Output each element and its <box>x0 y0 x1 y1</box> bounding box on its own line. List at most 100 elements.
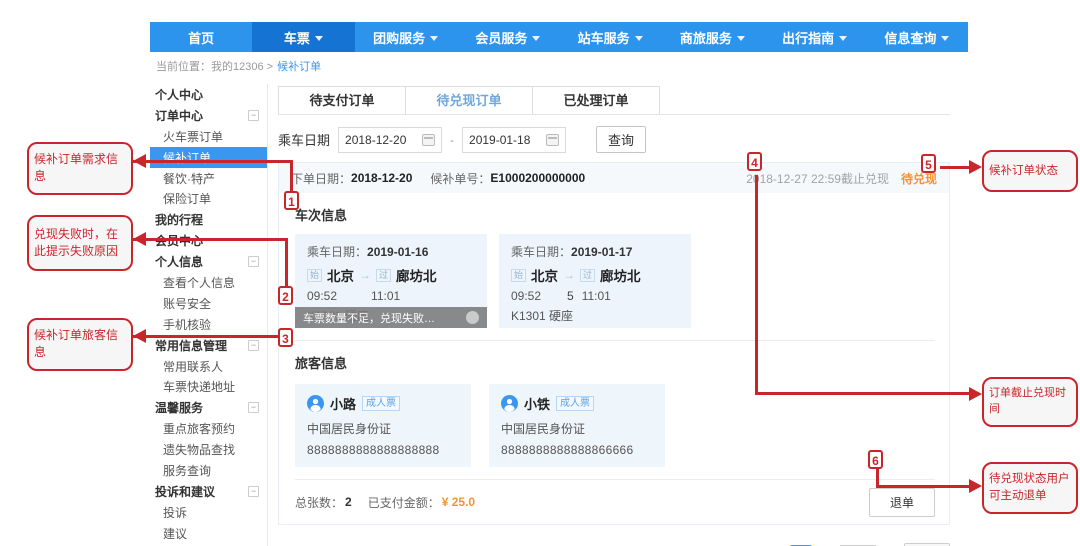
sidebar-section-complaints[interactable]: 投诉和建议 <box>150 481 267 502</box>
sidebar-item-key-passenger[interactable]: 重点旅客预约 <box>150 418 267 439</box>
sidebar-section-order-center[interactable]: 订单中心 <box>150 105 267 126</box>
top-navbar: 首页 车票 团购服务 会员服务 站车服务 商旅服务 出行指南 信息查询 <box>150 22 968 52</box>
annotation-arrow-icon <box>969 160 982 174</box>
ticket-type-badge: 成人票 <box>362 396 400 411</box>
failure-reason-tooltip: 车票数量不足，兑现失败… <box>295 307 487 328</box>
nav-item-group-service[interactable]: 团购服务 <box>355 22 457 52</box>
sidebar-item-service-query[interactable]: 服务查询 <box>150 460 267 481</box>
breadcrumb: 当前位置：我的12306 >候补订单 <box>156 58 321 74</box>
chevron-down-icon <box>635 36 643 41</box>
collapse-icon[interactable] <box>248 340 259 351</box>
nav-item-travel-guide[interactable]: 出行指南 <box>764 22 866 52</box>
sidebar-item-contacts[interactable]: 常用联系人 <box>150 356 267 377</box>
ride-date-label: 乘车日期： <box>511 245 571 259</box>
passenger-card: 小铁 成人票 中国居民身份证 8888888888888866666 <box>489 384 665 467</box>
calendar-icon[interactable] <box>422 134 435 146</box>
sidebar-item-view-personal-info[interactable]: 查看个人信息 <box>150 272 267 293</box>
passenger-card-list: 小路 成人票 中国居民身份证 8888888888888888888 小铁 成人… <box>295 384 935 467</box>
pass-badge: 过 <box>376 269 391 282</box>
train-card: 乘车日期：2019-01-16 始 北京 过 廊坊北 09:5211:01 K1… <box>295 234 487 328</box>
annotation-arrow-icon <box>969 479 982 493</box>
sidebar-section-my-trips[interactable]: 我的行程 <box>150 209 267 230</box>
chevron-down-icon <box>839 36 847 41</box>
train-section-title: 车次信息 <box>295 205 935 224</box>
date-filter-label: 乘车日期 <box>278 130 330 149</box>
date-to-input[interactable]: 2019-01-18 <box>462 127 566 153</box>
callout-deadline: 订单截止兑现时间 <box>982 377 1078 427</box>
nav-item-label: 车票 <box>284 28 310 47</box>
ride-date-value: 2019-01-16 <box>367 245 428 259</box>
sidebar: 个人中心 订单中心 火车票订单 候补订单 餐饮·特产 保险订单 我的行程 会员中… <box>150 84 268 546</box>
id-number: 8888888888888888888 <box>307 443 459 457</box>
annotation-arrow-icon <box>969 387 982 401</box>
sidebar-section-common-info[interactable]: 常用信息管理 <box>150 335 267 356</box>
train-card-list: 乘车日期：2019-01-16 始 北京 过 廊坊北 09:5211:01 K1… <box>295 234 935 328</box>
origin-station: 北京 <box>531 265 558 285</box>
sidebar-item-phone-verification[interactable]: 手机核验 <box>150 314 267 335</box>
sidebar-item-dining[interactable]: 餐饮·特产 <box>150 168 267 189</box>
paid-amount-label: 已支付金额： <box>368 494 440 511</box>
breadcrumb-current[interactable]: 候补订单 <box>277 61 321 73</box>
date-to-value: 2019-01-18 <box>469 133 546 147</box>
sidebar-item-suggestion[interactable]: 建议 <box>150 523 267 544</box>
tab-pending-payment[interactable]: 待支付订单 <box>278 86 406 114</box>
nav-item-label: 会员服务 <box>475 28 527 47</box>
nav-item-label: 商旅服务 <box>680 28 732 47</box>
sidebar-item-train-orders[interactable]: 火车票订单 <box>150 126 267 147</box>
nav-item-info-query[interactable]: 信息查询 <box>866 22 968 52</box>
nav-item-station-service[interactable]: 站车服务 <box>559 22 661 52</box>
nav-item-tickets[interactable]: 车票 <box>252 22 354 52</box>
total-tickets-value: 2 <box>345 495 352 509</box>
nav-item-home[interactable]: 首页 <box>150 22 252 52</box>
tab-pending-redemption[interactable]: 待兑现订单 <box>405 86 533 114</box>
ride-date-value: 2019-01-17 <box>571 245 632 259</box>
date-from-input[interactable]: 2018-12-20 <box>338 127 442 153</box>
sidebar-section-member-center[interactable]: 会员中心 <box>150 230 267 251</box>
collapse-icon[interactable] <box>248 486 259 497</box>
order-card-header: 下单日期： 2018-12-20 候补单号： E1000200000000 20… <box>279 163 949 193</box>
order-card-body: 车次信息 乘车日期：2019-01-16 始 北京 过 廊坊北 09:5211:… <box>279 205 949 524</box>
waitlist-no-value: E1000200000000 <box>490 171 585 185</box>
calendar-icon[interactable] <box>546 134 559 146</box>
arrive-time: 11:01 <box>582 289 611 303</box>
callout-passenger-info: 候补订单旅客信息 <box>27 318 133 371</box>
origin-station: 北京 <box>327 265 354 285</box>
sidebar-item-delivery-address[interactable]: 车票快递地址 <box>150 376 267 397</box>
chevron-down-icon <box>941 36 949 41</box>
chevron-down-icon <box>430 36 438 41</box>
nav-item-label: 信息查询 <box>884 28 936 47</box>
depart-time: 09:52 <box>511 289 541 303</box>
callout-failure-reason: 兑现失败时，在此提示失败原因 <box>27 215 133 271</box>
sidebar-section-personal-center[interactable]: 个人中心 <box>150 84 267 105</box>
date-from-value: 2018-12-20 <box>345 133 422 147</box>
user-avatar-icon <box>307 395 324 412</box>
pass-badge: 过 <box>580 269 595 282</box>
route-arrow-icon <box>359 268 371 282</box>
annotation-arrow-icon <box>133 232 146 246</box>
user-avatar-icon <box>501 395 518 412</box>
chevron-down-icon <box>737 36 745 41</box>
collapse-icon[interactable] <box>248 402 259 413</box>
search-button[interactable]: 查询 <box>596 126 646 153</box>
refund-button[interactable]: 退单 <box>869 488 935 517</box>
sidebar-section-care-services[interactable]: 温馨服务 <box>150 397 267 418</box>
sidebar-section-personal-info[interactable]: 个人信息 <box>150 251 267 272</box>
passenger-card: 小路 成人票 中国居民身份证 8888888888888888888 <box>295 384 471 467</box>
sidebar-item-account-security[interactable]: 账号安全 <box>150 293 267 314</box>
collapse-icon[interactable] <box>248 110 259 121</box>
sidebar-item-insurance-orders[interactable]: 保险订单 <box>150 188 267 209</box>
id-type: 中国居民身份证 <box>501 420 653 437</box>
sidebar-item-complaint[interactable]: 投诉 <box>150 502 267 523</box>
passenger-name: 小路 <box>330 394 356 413</box>
id-number: 8888888888888866666 <box>501 443 653 457</box>
nav-item-business-travel[interactable]: 商旅服务 <box>661 22 763 52</box>
nav-item-label: 团购服务 <box>373 28 425 47</box>
nav-item-member-service[interactable]: 会员服务 <box>457 22 559 52</box>
collapse-icon[interactable] <box>248 256 259 267</box>
tooltip-more-icon[interactable] <box>466 311 479 324</box>
annotation-arrow-icon <box>133 329 146 343</box>
sidebar-item-lost-items[interactable]: 遗失物品查找 <box>150 439 267 460</box>
order-date-value: 2018-12-20 <box>351 171 412 185</box>
tab-processed[interactable]: 已处理订单 <box>532 86 660 114</box>
sidebar-item-waitlist-orders[interactable]: 候补订单 <box>150 147 267 168</box>
